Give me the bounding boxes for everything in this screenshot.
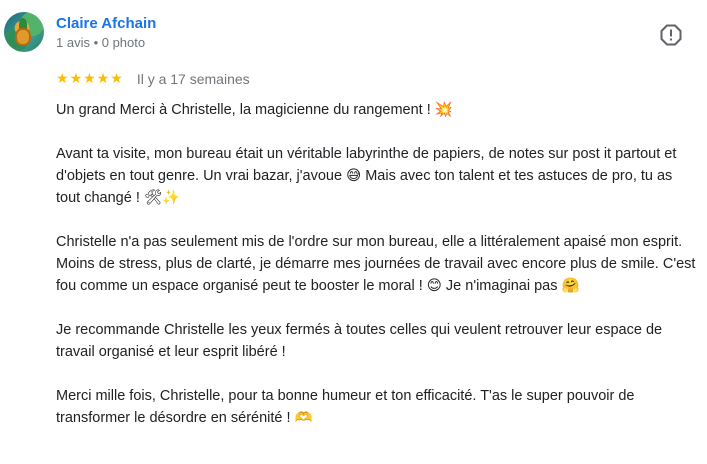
review-paragraph: Un grand Merci à Christelle, la magicien… bbox=[56, 102, 453, 118]
review-paragraph: Je recommande Christelle les yeux fermés… bbox=[56, 322, 663, 360]
star-icon: ★ bbox=[110, 71, 123, 87]
author-meta: 1 avis • 0 photo bbox=[56, 35, 146, 50]
star-icon: ★ bbox=[83, 71, 96, 87]
review-paragraph: Merci mille fois, Christelle, pour ta bo… bbox=[56, 388, 635, 426]
review-text: Un grand Merci à Christelle, la magicien… bbox=[56, 99, 696, 429]
star-icon: ★ bbox=[96, 71, 110, 87]
star-rating: ★ ★ ★ ★ ★ bbox=[56, 72, 123, 86]
author-name-link[interactable]: Claire Afchain bbox=[56, 15, 156, 32]
star-icon: ★ bbox=[69, 71, 83, 87]
author-avatar[interactable] bbox=[4, 12, 44, 52]
review-paragraph: Avant ta visite, mon bureau était un vér… bbox=[56, 146, 677, 206]
review-paragraph: Christelle n'a pas seulement mis de l'or… bbox=[56, 234, 696, 294]
report-review-button[interactable] bbox=[660, 24, 682, 46]
report-flag-icon bbox=[660, 24, 682, 46]
star-icon: ★ bbox=[56, 71, 69, 87]
pineapple-icon bbox=[15, 28, 31, 46]
review-date: Il y a 17 semaines bbox=[136, 71, 250, 87]
rating-row: ★ ★ ★ ★ ★ Il y a 17 semaines bbox=[56, 70, 250, 88]
